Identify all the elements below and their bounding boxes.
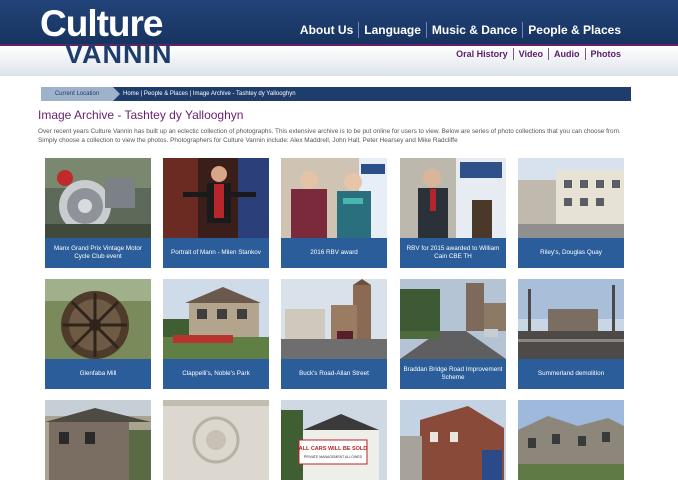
- sign-text-line2: PRIVATE MANAGEMENT ALLOWED: [304, 455, 363, 459]
- award-photo-icon[interactable]: [281, 158, 387, 238]
- collection-tile[interactable]: [400, 400, 506, 480]
- collection-caption[interactable]: Portrait of Mann - Milen Stankov: [163, 238, 269, 268]
- collection-tile[interactable]: Summerland demolition: [518, 279, 624, 389]
- nav-people-places[interactable]: People & Places: [522, 22, 626, 38]
- cottage-photo-icon[interactable]: [45, 400, 151, 480]
- intro-text: Over recent years Culture Vannin has bui…: [38, 128, 621, 144]
- site-header: Culture VANNIN About Us Language Music &…: [0, 0, 678, 76]
- collection-caption[interactable]: Clappelli's, Noble's Park: [163, 359, 269, 389]
- demolition-photo-icon[interactable]: [518, 279, 624, 359]
- collection-tile[interactable]: RBV for 2015 awarded to William Cain CBE…: [400, 158, 506, 268]
- speaker-photo-icon[interactable]: [400, 158, 506, 238]
- quay-photo-icon[interactable]: [518, 158, 624, 238]
- collection-tile[interactable]: Portrait of Mann - Milen Stankov: [163, 158, 269, 268]
- logo-culture[interactable]: Culture: [40, 4, 163, 44]
- breadcrumb-path[interactable]: Home | People & Places | Image Archive -…: [123, 87, 296, 101]
- collection-caption[interactable]: Riley's, Douglas Quay: [518, 238, 624, 268]
- breadcrumb-arrow-icon: [113, 87, 120, 101]
- road-photo-icon[interactable]: [400, 279, 506, 359]
- collection-tile[interactable]: 2016 RBV award: [281, 158, 387, 268]
- collection-tile[interactable]: Clappelli's, Noble's Park: [163, 279, 269, 389]
- collection-caption[interactable]: Buck's Road-Allan Street: [281, 359, 387, 389]
- ceiling-photo-icon[interactable]: [163, 400, 269, 480]
- subnav-video[interactable]: Video: [512, 48, 548, 60]
- subnav-photos[interactable]: Photos: [584, 48, 627, 60]
- nav-language[interactable]: Language: [358, 22, 426, 38]
- church-photo-icon[interactable]: [281, 279, 387, 359]
- sub-nav: Oral History Video Audio Photos: [451, 48, 626, 60]
- collection-tile[interactable]: ALL CARS WILL BE SOLD PRIVATE MANAGEMENT…: [281, 400, 387, 480]
- breadcrumb: Current Location Home | People & Places …: [41, 87, 631, 101]
- collection-caption[interactable]: Braddan Bridge Road Improvement Scheme: [400, 359, 506, 389]
- logo-vannin[interactable]: VANNIN: [65, 40, 173, 68]
- house-photo-icon[interactable]: [163, 279, 269, 359]
- collection-caption[interactable]: Manx Grand Prix Vintage Motor Cycle Club…: [45, 238, 151, 268]
- sign-photo-icon[interactable]: ALL CARS WILL BE SOLD PRIVATE MANAGEMENT…: [281, 400, 387, 480]
- collection-caption[interactable]: Summerland demolition: [518, 359, 624, 389]
- motorcycle-photo-icon[interactable]: [45, 158, 151, 238]
- page-title: Image Archive - Tashtey dy Yallooghyn: [38, 108, 244, 122]
- ruin-photo-icon[interactable]: [518, 400, 624, 480]
- collection-tile[interactable]: Glenfaba Mill: [45, 279, 151, 389]
- collection-caption[interactable]: 2016 RBV award: [281, 238, 387, 268]
- nav-about-us[interactable]: About Us: [295, 22, 358, 38]
- collection-caption[interactable]: Glenfaba Mill: [45, 359, 151, 389]
- nav-music-dance[interactable]: Music & Dance: [425, 22, 522, 38]
- collection-tile[interactable]: Braddan Bridge Road Improvement Scheme: [400, 279, 506, 389]
- sign-text-line1: ALL CARS WILL BE SOLD: [299, 446, 368, 452]
- subnav-oral-history[interactable]: Oral History: [451, 48, 513, 60]
- breadcrumb-label: Current Location: [41, 87, 113, 101]
- collection-tile[interactable]: Buck's Road-Allan Street: [281, 279, 387, 389]
- collection-tile[interactable]: [163, 400, 269, 480]
- collection-tile[interactable]: Manx Grand Prix Vintage Motor Cycle Club…: [45, 158, 151, 268]
- performer-photo-icon[interactable]: [163, 158, 269, 238]
- subnav-audio[interactable]: Audio: [548, 48, 585, 60]
- collection-caption[interactable]: RBV for 2015 awarded to William Cain CBE…: [400, 238, 506, 268]
- mill-photo-icon[interactable]: [45, 279, 151, 359]
- main-nav: About Us Language Music & Dance People &…: [295, 22, 626, 38]
- collection-tile[interactable]: Riley's, Douglas Quay: [518, 158, 624, 268]
- brick-building-photo-icon[interactable]: [400, 400, 506, 480]
- collection-tile[interactable]: [518, 400, 624, 480]
- collection-tile[interactable]: [45, 400, 151, 480]
